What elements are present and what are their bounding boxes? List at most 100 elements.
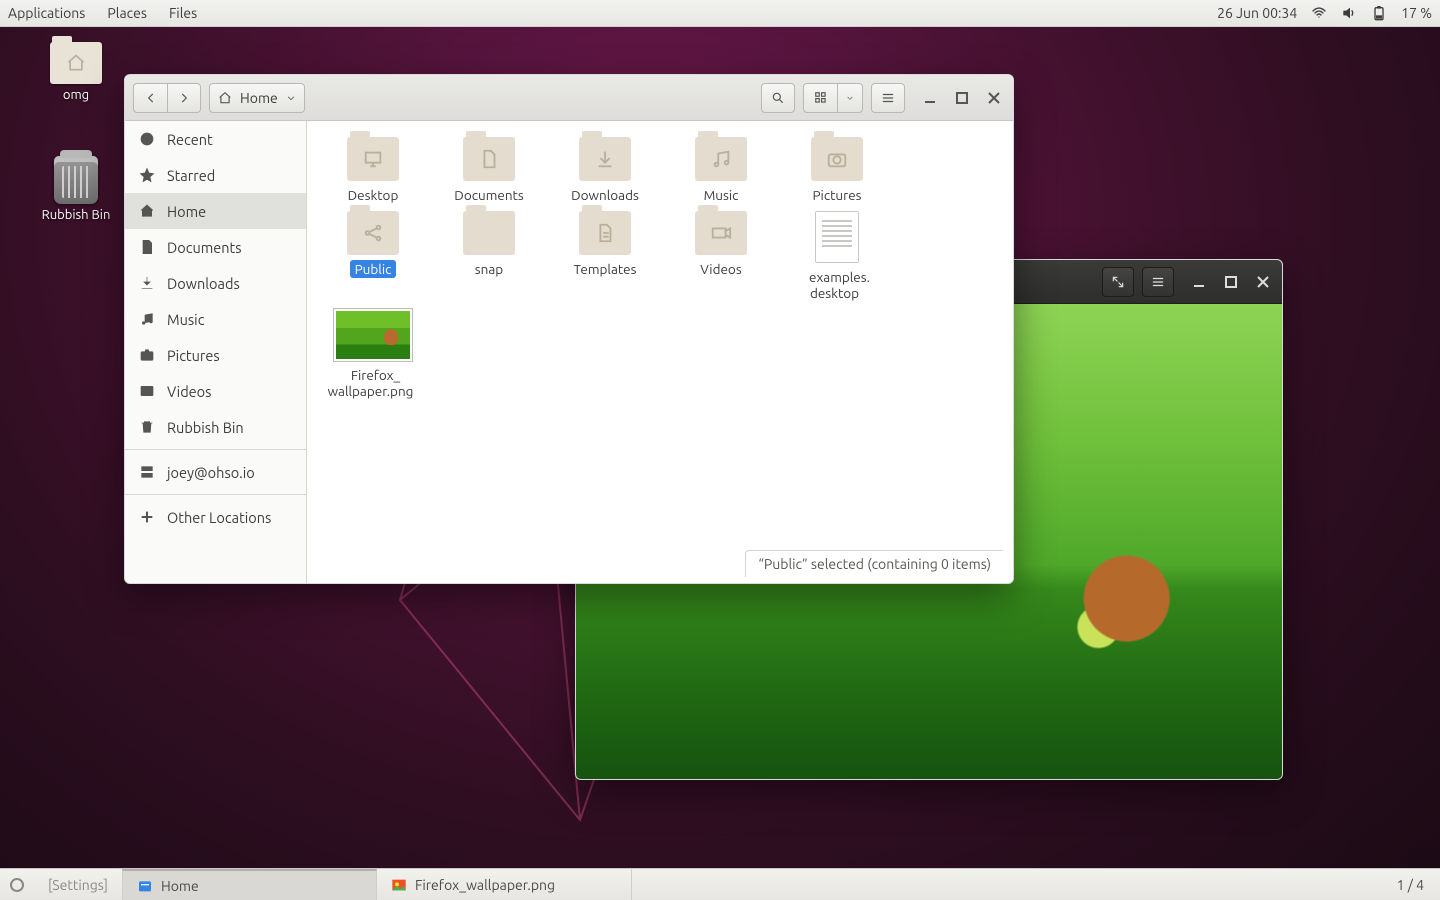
folder-icon xyxy=(347,211,399,255)
top-panel: Applications Places Files 26 Jun 00:34 1… xyxy=(0,0,1440,27)
task-viewer[interactable]: Firefox_wallpaper.png xyxy=(377,869,632,900)
sidebar-item-trash[interactable]: Rubbish Bin xyxy=(125,409,306,445)
plus-icon xyxy=(139,509,155,525)
clock[interactable]: 26 Jun 00:34 xyxy=(1217,5,1297,21)
sidebar-item-label: Starred xyxy=(167,167,215,184)
sidebar-item-recent[interactable]: Recent xyxy=(125,121,306,157)
sidebar-item-label: joey@ohso.io xyxy=(167,464,255,481)
file-snap[interactable]: snap xyxy=(431,207,547,305)
close-icon[interactable] xyxy=(987,91,1001,105)
pager-label: 1 / 4 xyxy=(1397,877,1424,893)
server-icon xyxy=(139,464,155,480)
file-label: Videos xyxy=(695,260,746,278)
file-label: Firefox_ wallpaper.png xyxy=(328,366,419,400)
back-button[interactable] xyxy=(133,83,167,113)
menu-places[interactable]: Places xyxy=(107,5,147,21)
files-content[interactable]: Desktop Documents Downloads Music Pictur… xyxy=(307,121,1013,583)
sidebar-item-starred[interactable]: Starred xyxy=(125,157,306,193)
search-button[interactable] xyxy=(761,83,795,113)
folder-icon xyxy=(811,137,863,181)
file-label: Pictures xyxy=(807,186,866,204)
file-label: Desktop xyxy=(343,186,404,204)
file-examples-desktop[interactable]: examples. desktop xyxy=(779,207,895,305)
clock-icon xyxy=(139,131,155,147)
separator xyxy=(125,494,306,495)
file-label: Public xyxy=(350,260,397,278)
document-icon xyxy=(139,239,155,255)
image-thumbnail-icon xyxy=(334,309,412,361)
file-firefox-wallpaper[interactable]: Firefox_ wallpaper.png xyxy=(315,305,431,403)
battery-percent[interactable]: 17 % xyxy=(1401,5,1432,21)
sidebar-item-downloads[interactable]: Downloads xyxy=(125,265,306,301)
maximize-icon[interactable] xyxy=(1224,275,1238,289)
file-public[interactable]: Public xyxy=(315,207,431,305)
text-file-icon xyxy=(815,211,859,263)
file-pictures[interactable]: Pictures xyxy=(779,133,895,207)
close-icon[interactable] xyxy=(1256,275,1270,289)
sidebar-item-label: Home xyxy=(167,203,206,220)
home-icon xyxy=(139,203,155,219)
files-window[interactable]: Home Recent Starred Home Documents Downl… xyxy=(124,74,1014,584)
file-documents[interactable]: Documents xyxy=(431,133,547,207)
camera-icon xyxy=(139,347,155,363)
battery-icon[interactable] xyxy=(1371,5,1387,21)
view-options-button[interactable] xyxy=(837,83,863,113)
bottom-panel: [Settings] Home Firefox_wallpaper.png 1 … xyxy=(0,868,1440,900)
sidebar-item-home[interactable]: Home xyxy=(125,193,306,229)
sidebar-item-label: Other Locations xyxy=(167,509,271,526)
trash-icon xyxy=(139,419,155,435)
view-mode-button[interactable] xyxy=(803,83,837,113)
minimize-icon[interactable] xyxy=(923,91,937,105)
sidebar-item-videos[interactable]: Videos xyxy=(125,373,306,409)
menu-files[interactable]: Files xyxy=(169,5,197,21)
file-videos[interactable]: Videos xyxy=(663,207,779,305)
desktop-icon-trash[interactable]: Rubbish Bin xyxy=(28,156,124,222)
files-titlebar[interactable]: Home xyxy=(125,75,1013,121)
task-settings[interactable]: [Settings] xyxy=(34,869,123,900)
statusbar: “Public” selected (containing 0 items) xyxy=(745,550,1003,577)
desktop-icon-label: omg xyxy=(63,88,89,102)
forward-button[interactable] xyxy=(167,83,201,113)
hamburger-button[interactable] xyxy=(871,83,905,113)
file-desktop[interactable]: Desktop xyxy=(315,133,431,207)
image-viewer-app-icon xyxy=(391,877,407,893)
star-icon xyxy=(139,167,155,183)
separator xyxy=(125,449,306,450)
folder-icon xyxy=(347,137,399,181)
files-app-icon xyxy=(137,878,153,894)
sidebar-item-documents[interactable]: Documents xyxy=(125,229,306,265)
file-label: Downloads xyxy=(566,186,644,204)
download-icon xyxy=(139,275,155,291)
file-templates[interactable]: Templates xyxy=(547,207,663,305)
pathbar[interactable]: Home xyxy=(209,83,305,113)
sidebar-item-label: Downloads xyxy=(167,275,240,292)
menu-applications[interactable]: Applications xyxy=(8,5,85,21)
maximize-icon[interactable] xyxy=(955,91,969,105)
task-label: Home xyxy=(161,878,199,894)
sidebar-item-pictures[interactable]: Pictures xyxy=(125,337,306,373)
desktop-icon-label: Rubbish Bin xyxy=(42,208,111,222)
wifi-icon[interactable] xyxy=(1311,5,1327,21)
sidebar-item-label: Videos xyxy=(167,383,211,400)
task-home[interactable]: Home xyxy=(122,869,377,900)
video-icon xyxy=(139,383,155,399)
folder-icon xyxy=(463,211,515,255)
sidebar-item-other[interactable]: Other Locations xyxy=(125,499,306,535)
minimize-icon[interactable] xyxy=(1192,275,1206,289)
folder-icon xyxy=(50,42,102,84)
folder-icon xyxy=(579,211,631,255)
activities-button[interactable] xyxy=(10,878,24,892)
volume-icon[interactable] xyxy=(1341,5,1357,21)
folder-icon xyxy=(463,137,515,181)
desktop-icon-omg[interactable]: omg xyxy=(28,42,124,102)
sidebar-item-remote[interactable]: joey@ohso.io xyxy=(125,454,306,490)
files-sidebar: Recent Starred Home Documents Downloads … xyxy=(125,121,307,583)
file-music[interactable]: Music xyxy=(663,133,779,207)
home-icon xyxy=(218,91,232,105)
sidebar-item-music[interactable]: Music xyxy=(125,301,306,337)
fullscreen-button[interactable] xyxy=(1102,267,1134,297)
viewer-menu-button[interactable] xyxy=(1142,267,1174,297)
workspace-pager[interactable]: 1 / 4 xyxy=(1381,869,1440,900)
file-downloads[interactable]: Downloads xyxy=(547,133,663,207)
folder-icon xyxy=(579,137,631,181)
